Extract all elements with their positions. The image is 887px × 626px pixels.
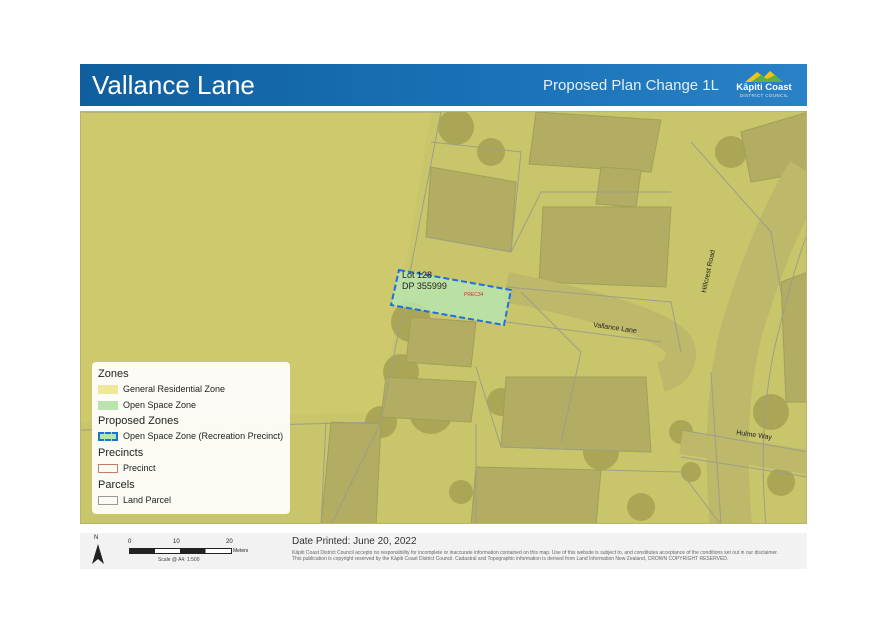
legend-heading-proposed: Proposed Zones <box>98 415 179 427</box>
scale-label-10: 10 <box>173 539 180 545</box>
legend-heading-parcels: Parcels <box>98 479 135 491</box>
swatch-land-parcel <box>98 496 118 505</box>
scale-bar-graphic <box>129 548 232 554</box>
plan-change-subtitle: Proposed Plan Change 1L <box>543 77 719 94</box>
swatch-general-residential <box>98 385 118 394</box>
dp-label: DP 355999 <box>402 281 447 291</box>
map-header: Vallance Lane Proposed Plan Change 1L Kā… <box>80 64 807 106</box>
legend-land-parcel: Land Parcel <box>123 495 172 505</box>
legend-heading-zones: Zones <box>98 368 129 380</box>
scale-label-0: 0 <box>128 539 132 545</box>
north-label: N <box>94 535 99 541</box>
disclaimer-line-2: This publication is copyright reserved b… <box>292 556 729 562</box>
swatch-precinct <box>98 464 118 473</box>
date-printed: Date Printed: June 20, 2022 <box>292 536 417 547</box>
legend-proposed-open-space: Open Space Zone (Recreation Precinct) <box>123 431 284 441</box>
precinct-code-label: PREC34 <box>464 292 484 298</box>
map-footer: N 0 10 20 Meters Scale @ A4: 1:500 Date … <box>80 533 807 569</box>
logo-name: Kāpiti Coast <box>736 82 792 93</box>
map-legend: Zones General Residential Zone Open Spac… <box>92 362 290 514</box>
council-logo: Kāpiti Coast DISTRICT COUNCIL <box>731 69 797 101</box>
scale-bar: 0 10 20 Meters Scale @ A4: 1:500 <box>128 534 248 566</box>
legend-general-residential: General Residential Zone <box>123 384 226 394</box>
legend-heading-precincts: Precincts <box>98 447 144 459</box>
north-arrow-icon <box>92 544 104 564</box>
swatch-open-space <box>98 401 118 410</box>
north-arrow: N <box>92 535 104 565</box>
scale-unit: Meters <box>233 548 249 554</box>
mountain-logo-icon <box>745 71 783 82</box>
logo-subtitle: DISTRICT COUNCIL <box>739 93 789 98</box>
lot-label: Lot 128 <box>402 270 433 280</box>
scale-note: Scale @ A4: 1:500 <box>158 557 200 563</box>
swatch-proposed-open-space <box>98 432 118 441</box>
page-title: Vallance Lane <box>92 70 255 100</box>
legend-open-space: Open Space Zone <box>123 400 197 410</box>
scale-label-20: 20 <box>226 539 233 545</box>
legend-precinct: Precinct <box>123 463 156 473</box>
